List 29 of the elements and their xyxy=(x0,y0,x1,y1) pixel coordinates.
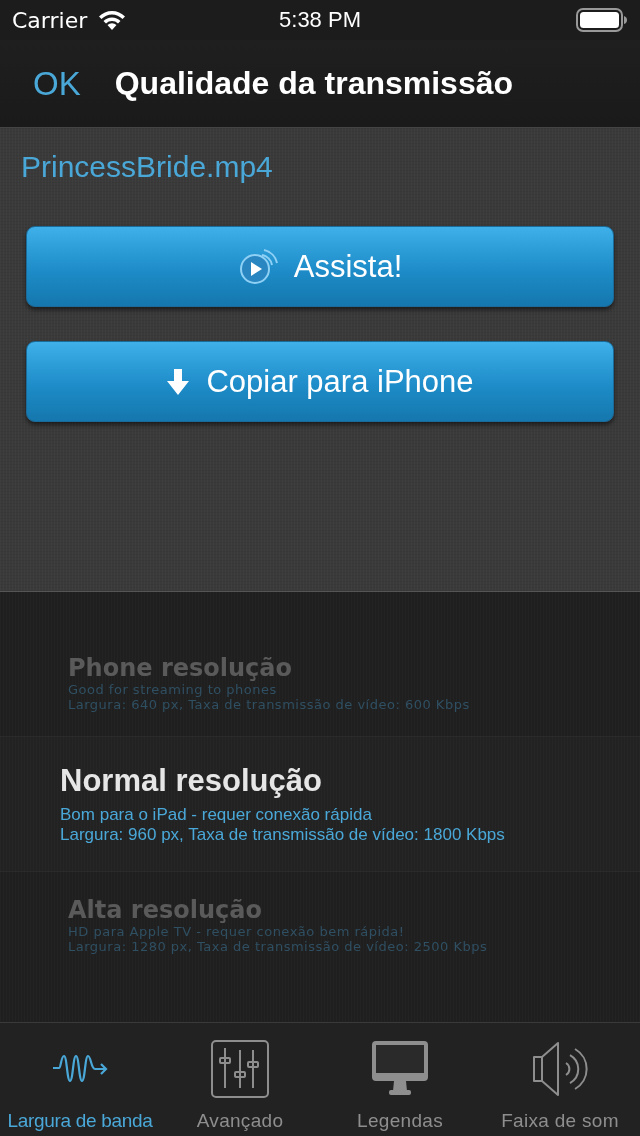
file-name: PrincessBride.mp4 xyxy=(21,150,274,184)
quality-description: Good for streaming to phones xyxy=(68,682,277,697)
play-icon xyxy=(237,248,278,285)
quality-title: Alta resolução xyxy=(68,896,262,924)
quality-details: Largura: 1280 px, Taxa de transmissão de vídeo: 2500 Kbps xyxy=(68,939,488,954)
clock-time: 5:38 PM xyxy=(279,7,361,32)
quality-details: Largura: 640 px, Taxa de transmissão de vídeo: 600 Kbps xyxy=(68,697,470,712)
speaker-icon xyxy=(532,1041,588,1097)
monitor-icon xyxy=(372,1041,428,1097)
quality-description: HD para Apple TV - requer conexão bem rápida! xyxy=(68,924,405,939)
battery-icon xyxy=(576,8,628,32)
tab-item[interactable]: Largura de banda xyxy=(0,1023,160,1136)
tab-item[interactable]: Faixa de som xyxy=(480,1023,640,1136)
wave-arrow-icon xyxy=(51,1054,109,1084)
screen-title: Qualidade da transmissão xyxy=(114,65,514,102)
tab-item[interactable]: Legendas xyxy=(320,1023,480,1136)
quality-title: Normal resolução xyxy=(60,763,322,799)
sliders-icon xyxy=(211,1040,269,1098)
copy-button[interactable]: Copiar para iPhone xyxy=(26,341,614,422)
quality-description: Bom para o iPad - requer conexão rápida xyxy=(60,805,372,825)
quality-title: Phone resolução xyxy=(68,654,292,682)
carrier-label: Carrier xyxy=(12,7,88,33)
down-arrow-icon xyxy=(166,367,191,396)
quality-details: Largura: 960 px, Taxa de transmissão de vídeo: 1800 Kbps xyxy=(60,825,505,845)
quality-option[interactable]: Normal resolução Bom para o iPad - requer conexão rápida Largura: 960 px, Taxa de transmissão de vídeo: 1800 Kbps xyxy=(0,736,640,872)
watch-button[interactable]: Assista! xyxy=(26,226,614,307)
wifi-icon xyxy=(97,9,128,31)
tab-item[interactable]: Avançado xyxy=(160,1023,320,1136)
ok-button[interactable]: OK xyxy=(33,64,81,103)
